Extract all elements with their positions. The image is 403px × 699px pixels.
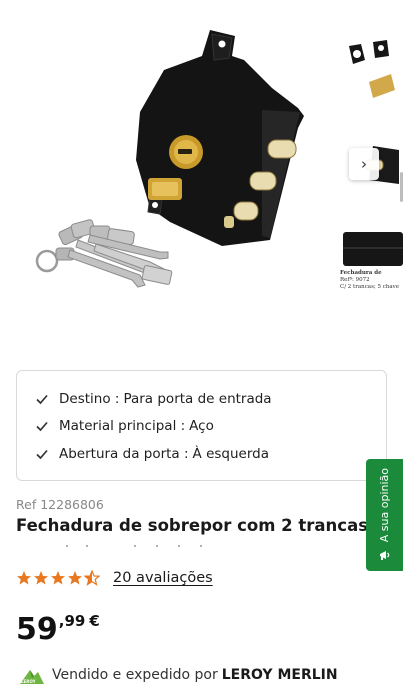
product-gallery[interactable]: Fechadura de Refª: 9072 C/ 2 trancas; 5 … (0, 0, 403, 355)
product-rating[interactable]: 20 avaliações (16, 570, 213, 586)
product-image-lock[interactable] (0, 0, 335, 355)
product-reference: Ref 12286806 (16, 497, 104, 512)
feedback-label: A sua opinião (378, 467, 391, 543)
seller-name: LEROY MERLIN (221, 667, 338, 683)
feature-row-material: Material principal : Aço (35, 413, 368, 441)
star-half-icon (84, 570, 100, 586)
keys-illustration (35, 219, 173, 288)
star-icon (68, 571, 82, 585)
feature-row-abertura: Abertura da porta : À esquerda (35, 440, 368, 468)
key-features-box: Destino : Para porta de entrada Material… (16, 370, 387, 481)
feature-value: Para porta de entrada (123, 390, 272, 407)
product-title: Fechadura de sobrepor com 2 trancas (16, 516, 369, 535)
check-icon (36, 449, 48, 459)
seller-prefix: Vendido e expedido por (52, 667, 218, 683)
check-icon (36, 394, 48, 404)
reviews-link[interactable]: 20 avaliações (113, 570, 213, 586)
megaphone-icon (379, 551, 389, 561)
feature-value: Aço (189, 418, 214, 435)
feature-row-destino: Destino : Para porta de entrada (35, 385, 368, 413)
seller-info: LEROY Vendido e expedido por LEROY MERLI… (18, 664, 338, 686)
gallery-next-button[interactable]: › (349, 148, 379, 180)
product-price: 59 ,99 € (16, 610, 100, 650)
star-icon (34, 571, 48, 585)
thumbnail-lock-parts[interactable] (339, 34, 403, 110)
ref-label: Ref (16, 497, 37, 512)
feature-key: Destino : (59, 390, 120, 407)
thumbnail-caption-line-3: C/ 2 trancas; 5 chave (340, 284, 400, 290)
lock-body-illustration (136, 30, 304, 246)
price-cents: ,99 (58, 612, 86, 630)
feature-key: Material principal : (59, 418, 186, 435)
price-currency: € (89, 612, 100, 630)
feedback-tab[interactable]: A sua opinião (366, 459, 403, 571)
thumbnail-caption-line-2: Refª: 9072 (340, 277, 370, 283)
feature-value: À esquerda (192, 445, 269, 462)
thumbnail-caption-line-1: Fechadura de (340, 270, 382, 276)
feature-key: Abertura da porta : (59, 445, 189, 462)
ref-number: 12286806 (40, 497, 104, 512)
star-icon (51, 571, 65, 585)
check-icon (36, 422, 48, 432)
star-rating (16, 570, 101, 586)
chevron-right-icon: › (361, 155, 367, 173)
thumbnail-caption: Fechadura de Refª: 9072 C/ 2 trancas; 5 … (340, 270, 400, 291)
leroy-merlin-logo: LEROY (20, 670, 44, 684)
svg-text:LEROY: LEROY (21, 679, 36, 684)
star-icon (17, 571, 31, 585)
price-integer: 59 (16, 612, 58, 647)
clipped-text-line (16, 541, 216, 547)
